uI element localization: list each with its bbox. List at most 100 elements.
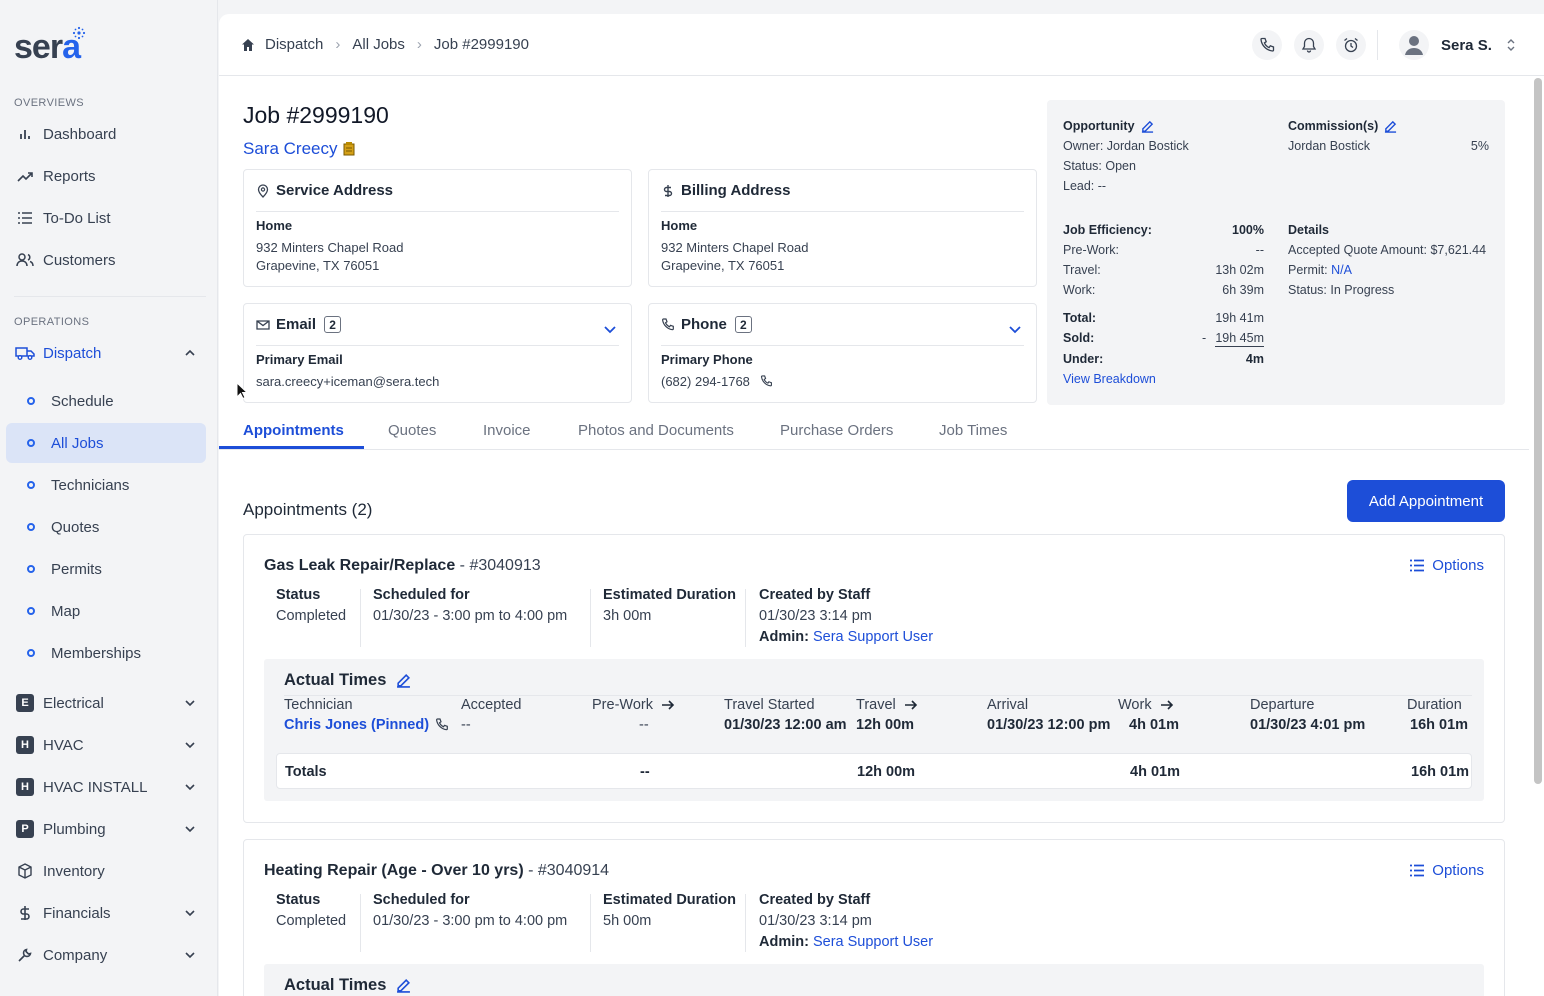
operations-label: OPERATIONS <box>14 316 90 328</box>
sidebar-item-permits[interactable]: Permits <box>6 549 206 589</box>
view-breakdown-link[interactable]: View Breakdown <box>1063 372 1156 386</box>
sidebar-item-customers[interactable]: Customers <box>6 240 206 280</box>
sidebar-item-all-jobs[interactable]: All Jobs <box>6 423 206 463</box>
options-button[interactable]: Options <box>1410 557 1484 574</box>
card-title: Service Address <box>276 182 394 199</box>
sera-logo[interactable]: sera <box>14 26 86 67</box>
sidebar-item-electrical[interactable]: E Electrical <box>6 683 206 723</box>
tab-purchase-orders[interactable]: Purchase Orders <box>780 422 893 439</box>
admin-user-link[interactable]: Sera Support User <box>813 934 933 950</box>
sidebar-item-schedule[interactable]: Schedule <box>6 381 206 421</box>
service-address-card: Service Address Home 932 Minters Chapel … <box>243 169 632 287</box>
job-summary-panel: Opportunity Owner: Jordan Bostick Status… <box>1047 100 1505 405</box>
chevron-updown-icon <box>1507 39 1515 51</box>
edit-commission-icon[interactable] <box>1384 120 1397 133</box>
edit-actual-times-icon[interactable] <box>396 673 411 688</box>
permit-label: Permit: <box>1288 263 1328 277</box>
options-button[interactable]: Options <box>1410 862 1484 879</box>
sidebar-item-label: Company <box>43 946 108 964</box>
prework-value: -- <box>1255 243 1264 257</box>
sidebar-item-label: Dashboard <box>43 125 117 143</box>
chevron-down-icon[interactable] <box>603 322 617 336</box>
home-icon[interactable] <box>241 38 255 52</box>
sidebar-item-inventory[interactable]: Inventory <box>6 851 206 891</box>
scheduled-value: 01/30/23 - 3:00 pm to 4:00 pm <box>373 608 568 624</box>
sidebar-divider <box>14 296 206 297</box>
truck-icon <box>14 344 36 362</box>
list-icon <box>1410 559 1425 572</box>
edit-opportunity-icon[interactable] <box>1141 120 1154 133</box>
sidebar-item-hvac-install[interactable]: H HVAC INSTALL <box>6 767 206 807</box>
scheduled-label: Scheduled for <box>373 892 470 908</box>
appointment-card: Heating Repair (Age - Over 10 yrs) - #30… <box>243 839 1505 996</box>
bullet-ring-icon <box>27 523 35 531</box>
estimated-duration-label: Estimated Duration <box>603 587 736 603</box>
call-phone-icon[interactable] <box>760 375 773 388</box>
scrollbar-thumb[interactable] <box>1534 78 1542 784</box>
tab-quotes[interactable]: Quotes <box>388 422 436 439</box>
sidebar-item-technicians[interactable]: Technicians <box>6 465 206 505</box>
chevron-down-icon[interactable] <box>1008 322 1022 336</box>
top-bar: Dispatch › All Jobs › Job #2999190 Sera … <box>219 14 1544 76</box>
active-tab-indicator <box>219 446 364 449</box>
tab-job-times[interactable]: Job Times <box>939 422 1007 439</box>
customer-link[interactable]: Sara Creecy <box>243 139 356 159</box>
sidebar-item-label: Memberships <box>51 644 142 662</box>
edit-actual-times-icon[interactable] <box>396 978 411 993</box>
estimated-duration-value: 5h 00m <box>603 913 652 929</box>
tab-photos-documents[interactable]: Photos and Documents <box>578 422 734 439</box>
permit-link[interactable]: N/A <box>1331 263 1352 277</box>
email-card[interactable]: Email 2 Primary Email sara.creecy+iceman… <box>243 303 632 403</box>
header-departure: Departure <box>1250 697 1315 713</box>
commission-name: Jordan Bostick <box>1288 139 1370 153</box>
hvac-install-letter-icon: H <box>16 778 34 796</box>
sold-value: 19h 45m <box>1215 331 1264 347</box>
efficiency-value: 100% <box>1232 223 1264 237</box>
sidebar-item-label: Customers <box>43 251 116 269</box>
sidebar-item-todo[interactable]: To-Do List <box>6 198 206 238</box>
prework-label: Pre-Work: <box>1063 243 1120 257</box>
box-icon <box>14 862 36 880</box>
sidebar-item-label: To-Do List <box>43 209 111 227</box>
sold-prefix: - <box>1202 331 1207 345</box>
breadcrumb-dispatch[interactable]: Dispatch <box>265 36 323 53</box>
chevron-down-icon <box>185 784 195 791</box>
chevron-down-icon <box>185 826 195 833</box>
job-tabs: Appointments Quotes Invoice Photos and D… <box>219 412 1529 450</box>
phone-card[interactable]: Phone 2 Primary Phone (682) 294-1768 <box>648 303 1037 403</box>
breadcrumb-all-jobs[interactable]: All Jobs <box>352 36 405 53</box>
sidebar-item-plumbing[interactable]: P Plumbing <box>6 809 206 849</box>
trend-icon <box>14 167 36 185</box>
phone-button[interactable] <box>1252 30 1282 60</box>
sidebar-item-label: Reports <box>43 167 96 185</box>
tab-invoice[interactable]: Invoice <box>483 422 531 439</box>
bullet-ring-icon <box>27 649 35 657</box>
sidebar-item-reports[interactable]: Reports <box>6 156 206 196</box>
technician-link[interactable]: Chris Jones (Pinned) <box>284 717 429 733</box>
user-menu[interactable]: Sera S. <box>1377 30 1516 60</box>
alarm-button[interactable] <box>1336 30 1366 60</box>
total-label: Total: <box>1063 311 1097 325</box>
sidebar-item-memberships[interactable]: Memberships <box>6 633 206 673</box>
add-appointment-button[interactable]: Add Appointment <box>1347 480 1505 522</box>
sidebar-item-hvac[interactable]: H HVAC <box>6 725 206 765</box>
tab-appointments[interactable]: Appointments <box>243 422 344 439</box>
sidebar-item-company[interactable]: Company <box>6 935 206 975</box>
phone-icon[interactable] <box>435 718 449 732</box>
sidebar-item-dashboard[interactable]: Dashboard <box>6 114 206 154</box>
sidebar-item-dispatch[interactable]: Dispatch <box>6 333 206 373</box>
sidebar-item-quotes[interactable]: Quotes <box>6 507 206 547</box>
sidebar-item-map[interactable]: Map <box>6 591 206 631</box>
hvac-letter-icon: H <box>16 736 34 754</box>
address-line1: 932 Minters Chapel Road <box>661 240 809 255</box>
work-value: 6h 39m <box>1222 283 1264 297</box>
header-duration: Duration <box>1407 697 1462 713</box>
created-value: 01/30/23 3:14 pm <box>759 913 872 929</box>
breadcrumb-separator-icon: › <box>416 36 422 53</box>
address-label: Home <box>256 218 293 233</box>
admin-user-link[interactable]: Sera Support User <box>813 629 933 645</box>
wrench-icon <box>14 946 36 964</box>
bullet-ring-icon <box>27 481 35 489</box>
notifications-button[interactable] <box>1294 30 1324 60</box>
sidebar-item-financials[interactable]: Financials <box>6 893 206 933</box>
